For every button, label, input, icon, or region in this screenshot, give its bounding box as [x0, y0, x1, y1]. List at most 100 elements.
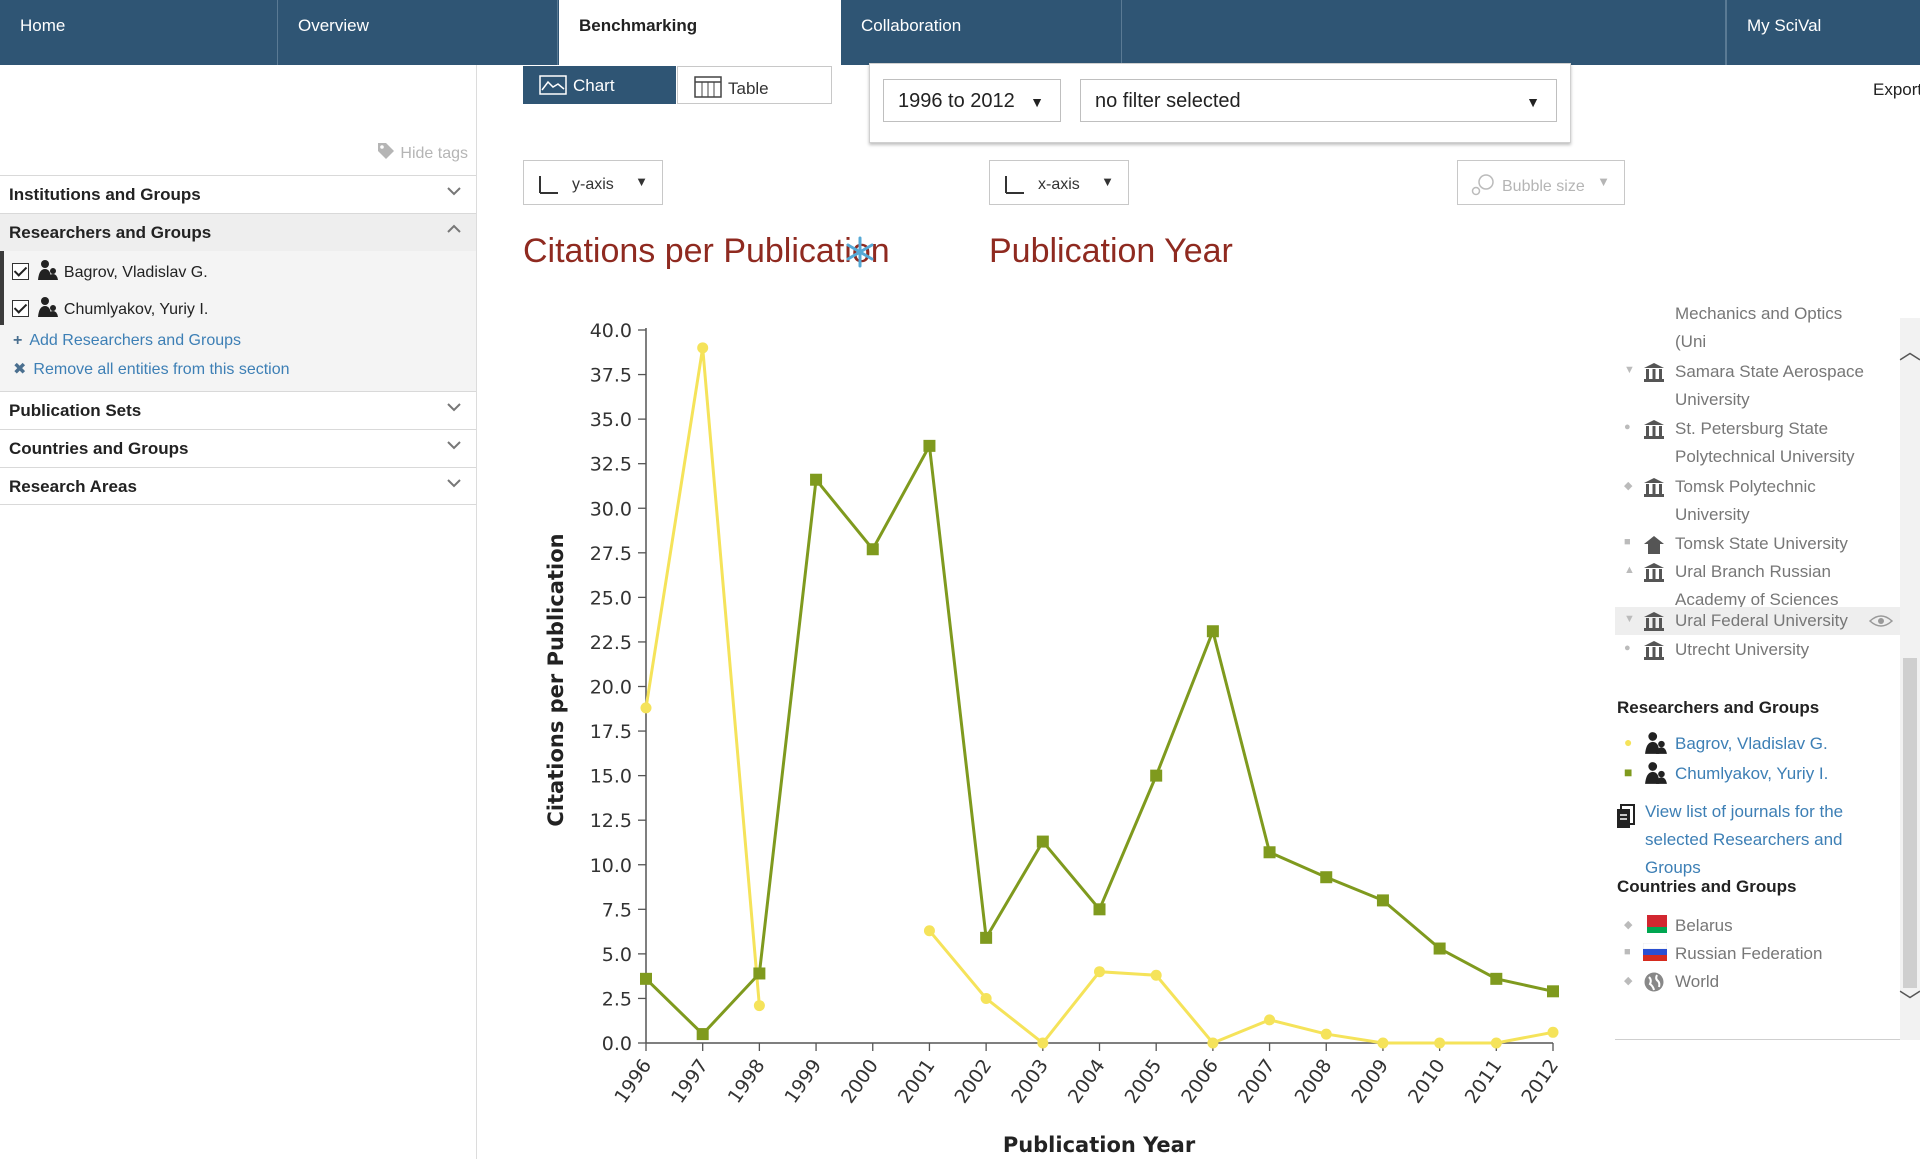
data-point[interactable]: [1036, 835, 1049, 848]
section-publication-sets[interactable]: Publication Sets: [0, 391, 476, 429]
journals-list-link[interactable]: View list of journals for the selected Re…: [1615, 798, 1900, 877]
legend-researcher-item[interactable]: ■ Chumlyakov, Yuriy I.: [1615, 760, 1900, 788]
tab-home[interactable]: Home: [0, 0, 278, 65]
legend-institution-item[interactable]: ● Utrecht University: [1615, 636, 1900, 664]
selection-bar: [0, 288, 4, 325]
data-point[interactable]: [1207, 1037, 1219, 1049]
y-metric-title[interactable]: Citations per Publication: [523, 232, 890, 271]
legend-institution-item[interactable]: ▼ Ural Federal University: [1615, 607, 1900, 635]
series-marker-icon: ●: [1624, 642, 1631, 654]
tab-collaboration[interactable]: Collaboration: [841, 0, 1122, 65]
data-point[interactable]: [1093, 903, 1106, 916]
add-researchers-label: Add Researchers and Groups: [29, 332, 242, 349]
table-icon: [694, 76, 722, 98]
snowflake-icon[interactable]: [845, 236, 875, 268]
researcher-checkbox[interactable]: [12, 300, 29, 317]
legend-institution-item[interactable]: ● St. Petersburg State Polytechnical Unive…: [1615, 415, 1900, 471]
data-point[interactable]: [866, 543, 879, 556]
data-point[interactable]: [1377, 1037, 1389, 1049]
legend-institution-item[interactable]: ◆ Tomsk Polytechnic University: [1615, 473, 1900, 529]
legend-institution-item[interactable]: ▲ Ural Branch Russian Academy of Sciences: [1615, 558, 1900, 614]
y-axis-label: Citations per Publication: [544, 533, 568, 826]
tab-benchmarking[interactable]: Benchmarking: [559, 0, 841, 65]
data-point[interactable]: [1263, 846, 1276, 859]
tab-my-scival[interactable]: My SciVal: [1726, 0, 1920, 65]
data-point[interactable]: [1037, 1037, 1049, 1049]
legend-text-line: University: [1675, 505, 1750, 524]
data-point[interactable]: [1434, 1037, 1446, 1049]
data-point[interactable]: [1433, 942, 1446, 955]
data-point[interactable]: [1376, 894, 1389, 907]
legend-scroll-thumb[interactable]: [1903, 658, 1917, 988]
year-range-select[interactable]: 1996 to 2012 ▼: [883, 79, 1061, 122]
data-point[interactable]: [980, 931, 993, 944]
data-point[interactable]: [1094, 966, 1105, 978]
caret-down-icon: ▼: [1101, 174, 1114, 189]
legend-country-item[interactable]: ◆ World: [1615, 968, 1900, 996]
data-point[interactable]: [1206, 625, 1219, 638]
series-marker-icon: ◆: [1624, 480, 1633, 492]
scroll-up-icon[interactable]: ︿: [1899, 334, 1920, 366]
legend-researcher-name[interactable]: Bagrov, Vladislav G.: [1675, 730, 1828, 758]
add-researchers-link[interactable]: + Add Researchers and Groups: [13, 332, 241, 350]
line-chart: 0.0 2.5 5.0 7.5 10.0 12.5 15.0 17.5 20.0 22.5 25.0…: [544, 320, 1563, 1155]
researcher-item[interactable]: Chumlyakov, Yuriy I.: [0, 288, 476, 325]
data-point[interactable]: [1490, 1037, 1502, 1049]
scroll-down-icon[interactable]: ﹀: [1899, 984, 1920, 1016]
chart-view-button[interactable]: Chart: [523, 66, 676, 104]
data-point[interactable]: [923, 925, 935, 937]
section-researchers-and-groups[interactable]: Researchers and Groups: [0, 213, 476, 251]
legend-panel: Mechanics and Optics (Uni ▼ Samara State Ae…: [1615, 304, 1920, 1040]
legend-institution-item[interactable]: ■ Tomsk State University: [1615, 530, 1900, 558]
data-point[interactable]: [1547, 1026, 1559, 1038]
data-point[interactable]: [1320, 871, 1333, 884]
section-research-areas[interactable]: Research Areas: [0, 467, 476, 505]
filter-select[interactable]: no filter selected ▼: [1080, 79, 1557, 122]
series-marker-icon: ●: [1624, 421, 1631, 433]
data-point[interactable]: [1150, 769, 1163, 782]
table-view-label: Table: [728, 79, 769, 98]
tab-overview[interactable]: Overview: [278, 0, 558, 65]
bubble-size-button[interactable]: Bubble size ▼: [1457, 160, 1625, 205]
chevron-down-icon: [447, 187, 461, 196]
journals-list-text: View list of journals for the selected Re…: [1645, 798, 1900, 882]
researcher-icon: [1645, 732, 1667, 754]
hide-tags-button[interactable]: Hide tags: [376, 141, 468, 163]
x-tick-label: 2007: [1234, 1055, 1280, 1107]
section-institutions-and-groups[interactable]: Institutions and Groups: [0, 175, 476, 213]
data-point[interactable]: [696, 1028, 709, 1041]
legend-country-item[interactable]: ■ Russian Federation: [1615, 940, 1900, 968]
y-tick-label: 20.0: [590, 677, 632, 699]
data-point[interactable]: [640, 972, 652, 985]
data-point[interactable]: [810, 473, 823, 486]
data-point[interactable]: [1320, 1028, 1332, 1040]
legend-institution-item[interactable]: Mechanics and Optics (Uni: [1615, 300, 1900, 356]
legend-institution-item[interactable]: ▼ Samara State Aerospace University: [1615, 358, 1900, 414]
data-point[interactable]: [697, 342, 709, 354]
eye-icon[interactable]: [1869, 613, 1893, 629]
data-point[interactable]: [1150, 969, 1162, 981]
data-point[interactable]: [980, 992, 992, 1004]
series-marker-icon: ■: [1624, 946, 1631, 958]
section-label: Research Areas: [9, 477, 137, 496]
data-point[interactable]: [1264, 1014, 1276, 1026]
legend-researcher-name[interactable]: Chumlyakov, Yuriy I.: [1675, 760, 1828, 788]
section-countries-and-groups[interactable]: Countries and Groups: [0, 429, 476, 467]
researcher-checkbox[interactable]: [12, 263, 29, 280]
data-point[interactable]: [1547, 985, 1559, 998]
table-view-button[interactable]: Table: [677, 66, 832, 104]
y-axis-button[interactable]: y-axis ▼: [523, 160, 663, 205]
data-point[interactable]: [753, 1000, 765, 1012]
legend-country-item[interactable]: ◆ Belarus: [1615, 912, 1900, 940]
legend-text-line: University: [1675, 390, 1750, 409]
export-button[interactable]: Export: [1873, 80, 1920, 100]
researcher-item[interactable]: Bagrov, Vladislav G.: [0, 251, 476, 288]
data-point[interactable]: [640, 702, 652, 714]
legend-researcher-item[interactable]: ● Bagrov, Vladislav G.: [1615, 730, 1900, 758]
x-axis-button[interactable]: x-axis ▼: [989, 160, 1129, 205]
x-metric-title[interactable]: Publication Year: [989, 232, 1233, 271]
remove-entities-link[interactable]: ✖ Remove all entities from this section: [13, 359, 290, 379]
data-point[interactable]: [753, 967, 766, 980]
data-point[interactable]: [923, 439, 936, 452]
data-point[interactable]: [1490, 972, 1503, 985]
